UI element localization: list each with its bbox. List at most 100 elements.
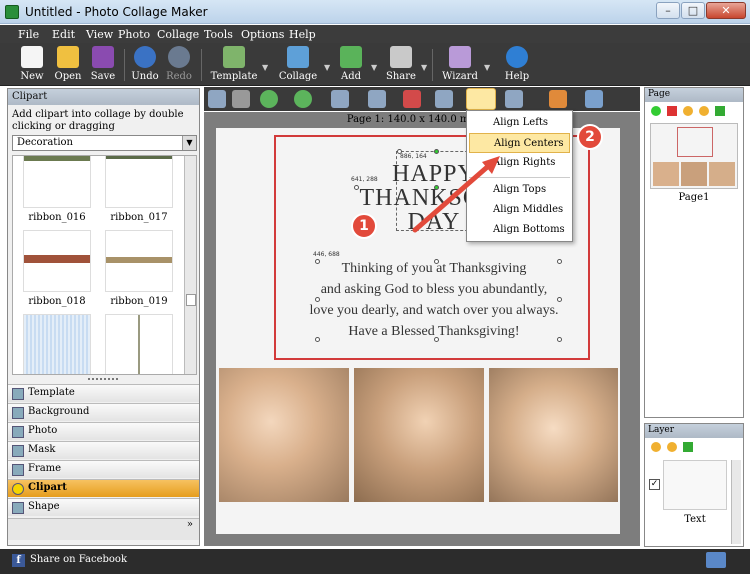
effect-icon[interactable] <box>549 90 567 108</box>
menu-collage[interactable]: Collage <box>157 28 199 41</box>
menu-help[interactable]: Help <box>289 28 316 41</box>
template-icon <box>12 388 24 400</box>
share-facebook-link[interactable]: Share on Facebook <box>30 554 127 565</box>
clip-name: ribbon_016 <box>28 212 86 223</box>
undo-icon <box>134 46 156 68</box>
align-icon[interactable] <box>466 88 496 110</box>
chat-icon[interactable] <box>706 552 726 568</box>
category-background[interactable]: Background <box>8 403 199 421</box>
minimize-button[interactable]: – <box>656 2 680 19</box>
resize-handle[interactable] <box>354 185 359 190</box>
wizard-button[interactable]: Wizard <box>442 45 478 85</box>
properties-icon[interactable] <box>585 90 603 108</box>
layer-tools <box>651 441 731 454</box>
menu-align-lefts[interactable]: Align Lefts <box>469 113 570 133</box>
message-line: Thinking of you at Thanksgiving <box>341 261 527 276</box>
clipart-scrollbar[interactable] <box>184 156 196 374</box>
clip-item[interactable]: ribbon_018 <box>23 230 91 310</box>
menu-photo[interactable]: Photo <box>118 28 150 41</box>
share-button[interactable]: Share <box>385 45 417 85</box>
maximize-button[interactable]: □ <box>681 2 705 19</box>
refresh-icon[interactable] <box>683 442 693 452</box>
template-icon <box>223 46 245 68</box>
template-dropdown-icon[interactable]: ▼ <box>262 63 268 72</box>
layer-visibility-checkbox[interactable]: ✓ <box>649 479 660 490</box>
expand-chevron-icon[interactable]: » <box>8 518 199 540</box>
move-up-icon[interactable] <box>260 90 278 108</box>
page-thumbnail[interactable] <box>650 123 738 189</box>
add-dropdown-icon[interactable]: ▼ <box>371 63 377 72</box>
clip-item[interactable]: ribbon_021 <box>105 314 173 374</box>
refresh-icon[interactable] <box>715 106 725 116</box>
layer-down-icon[interactable] <box>667 442 677 452</box>
save-button[interactable]: Save <box>88 45 118 85</box>
clip-thumbnail <box>23 156 91 208</box>
menu-view[interactable]: View <box>86 28 113 41</box>
share-dropdown-icon[interactable]: ▼ <box>421 63 427 72</box>
facebook-icon[interactable]: f <box>12 554 25 567</box>
page-down-icon[interactable] <box>699 106 709 116</box>
help-button[interactable]: Help <box>502 45 532 85</box>
delete-page-icon[interactable] <box>667 106 677 116</box>
clip-item[interactable]: ribbon_020 <box>23 314 91 374</box>
step-badge: 1 <box>351 213 377 239</box>
menu-bar: File Edit View Photo Collage Tools Optio… <box>0 25 750 43</box>
photo-3[interactable] <box>489 368 618 502</box>
toolbar-separator <box>432 49 433 81</box>
menu-options[interactable]: Options <box>241 28 284 41</box>
category-shape[interactable]: Shape <box>8 498 199 516</box>
wizard-dropdown-icon[interactable]: ▼ <box>484 63 490 72</box>
size-icon[interactable] <box>505 90 523 108</box>
step-badge: 2 <box>577 124 603 150</box>
add-page-icon[interactable] <box>651 106 661 116</box>
clipart-description: Add clipart into collage by double click… <box>12 109 184 132</box>
category-clipart[interactable]: Clipart <box>8 479 199 497</box>
category-photo[interactable]: Photo <box>8 422 199 440</box>
clipart-category-select[interactable]: Decoration ▼ <box>12 135 197 151</box>
photo-2[interactable] <box>354 368 484 502</box>
undo-button[interactable]: Undo <box>130 45 160 85</box>
clip-item[interactable]: ribbon_019 <box>105 230 173 310</box>
menu-tools[interactable]: Tools <box>204 28 233 41</box>
save-icon <box>92 46 114 68</box>
rotate-left-icon[interactable] <box>331 90 349 108</box>
resize-grip[interactable] <box>88 378 118 382</box>
page-up-icon[interactable] <box>683 106 693 116</box>
help-icon <box>506 46 528 68</box>
add-button[interactable]: Add <box>336 45 366 85</box>
menu-edit[interactable]: Edit <box>52 28 75 41</box>
new-button[interactable]: New <box>17 45 47 85</box>
collage-button[interactable]: Collage <box>277 45 319 85</box>
redo-button[interactable]: Redo <box>164 45 194 85</box>
clip-item[interactable]: ribbon_016 <box>23 156 91 226</box>
thumb-textbox <box>677 127 713 157</box>
clip-name: ribbon_019 <box>110 296 168 307</box>
collage-dropdown-icon[interactable]: ▼ <box>324 63 330 72</box>
open-button[interactable]: Open <box>52 45 84 85</box>
move-down-icon[interactable] <box>294 90 312 108</box>
category-template[interactable]: Template <box>8 384 199 402</box>
mask-icon <box>12 445 24 457</box>
close-button[interactable]: ✕ <box>706 2 746 19</box>
person-icon[interactable] <box>208 90 226 108</box>
crop-icon[interactable] <box>232 90 250 108</box>
rotate-right-icon[interactable] <box>368 90 386 108</box>
clip-thumbnail <box>23 314 91 374</box>
category-frame[interactable]: Frame <box>8 460 199 478</box>
layer-up-icon[interactable] <box>651 442 661 452</box>
distribute-icon[interactable] <box>435 90 453 108</box>
photo-1[interactable] <box>219 368 349 502</box>
layer-scrollbar[interactable] <box>731 460 741 544</box>
layer-thumbnail[interactable] <box>663 460 727 510</box>
template-button[interactable]: Template <box>210 45 258 85</box>
clip-item[interactable]: ribbon_017 <box>105 156 173 226</box>
menu-file[interactable]: File <box>18 28 39 41</box>
chevron-down-icon[interactable]: ▼ <box>182 136 196 150</box>
folder-open-icon <box>57 46 79 68</box>
annotation-arrow <box>412 156 500 233</box>
delete-icon[interactable] <box>403 90 421 108</box>
page-panel: Page Page1 <box>644 87 744 418</box>
scrollbar-thumb[interactable] <box>186 294 196 306</box>
category-mask[interactable]: Mask <box>8 441 199 459</box>
coord-label: 641, 288 <box>351 176 378 183</box>
